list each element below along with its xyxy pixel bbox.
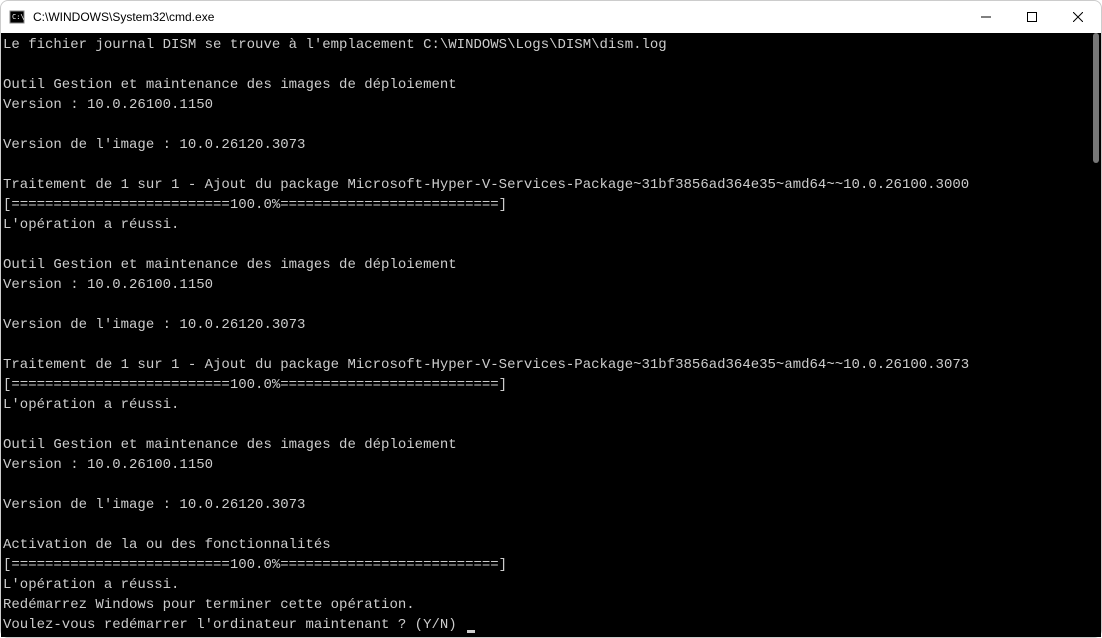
terminal-line: Outil Gestion et maintenance des images … [3, 435, 1085, 455]
terminal-line [3, 115, 1085, 135]
minimize-icon [981, 12, 991, 22]
terminal-line: L'opération a réussi. [3, 575, 1085, 595]
terminal-line [3, 55, 1085, 75]
svg-text:C:\: C:\ [12, 13, 25, 21]
terminal-line [3, 155, 1085, 175]
cmd-icon: C:\ [9, 9, 25, 25]
window-titlebar: C:\ C:\WINDOWS\System32\cmd.exe [1, 1, 1101, 33]
scrollbar-track[interactable] [1085, 33, 1101, 637]
terminal-line: Version : 10.0.26100.1150 [3, 275, 1085, 295]
terminal-line [3, 295, 1085, 315]
terminal-line: Version : 10.0.26100.1150 [3, 455, 1085, 475]
maximize-icon [1027, 12, 1037, 22]
terminal-line: Version : 10.0.26100.1150 [3, 95, 1085, 115]
window-controls [963, 1, 1101, 33]
terminal-output[interactable]: Le fichier journal DISM se trouve à l'em… [1, 33, 1085, 637]
close-button[interactable] [1055, 1, 1101, 33]
terminal-line: [==========================100.0%=======… [3, 555, 1085, 575]
window-title: C:\WINDOWS\System32\cmd.exe [33, 10, 214, 24]
terminal-area: Le fichier journal DISM se trouve à l'em… [1, 33, 1101, 637]
terminal-line [3, 415, 1085, 435]
terminal-line: [==========================100.0%=======… [3, 375, 1085, 395]
terminal-line [3, 235, 1085, 255]
terminal-line [3, 515, 1085, 535]
cursor [467, 630, 475, 633]
terminal-line [3, 335, 1085, 355]
maximize-button[interactable] [1009, 1, 1055, 33]
close-icon [1073, 12, 1083, 22]
scrollbar-thumb[interactable] [1093, 33, 1099, 163]
terminal-line: Traitement de 1 sur 1 - Ajout du package… [3, 355, 1085, 375]
terminal-line: Traitement de 1 sur 1 - Ajout du package… [3, 175, 1085, 195]
prompt-text: Voulez-vous redémarrer l'ordinateur main… [3, 617, 465, 633]
terminal-line: Version de l'image : 10.0.26120.3073 [3, 495, 1085, 515]
terminal-line: L'opération a réussi. [3, 395, 1085, 415]
terminal-line: L'opération a réussi. [3, 215, 1085, 235]
terminal-line: Outil Gestion et maintenance des images … [3, 255, 1085, 275]
titlebar-left: C:\ C:\WINDOWS\System32\cmd.exe [9, 9, 214, 25]
terminal-line: Le fichier journal DISM se trouve à l'em… [3, 35, 1085, 55]
terminal-line: Redémarrez Windows pour terminer cette o… [3, 595, 1085, 615]
terminal-line: Outil Gestion et maintenance des images … [3, 75, 1085, 95]
terminal-line: Version de l'image : 10.0.26120.3073 [3, 315, 1085, 335]
terminal-line: Version de l'image : 10.0.26120.3073 [3, 135, 1085, 155]
minimize-button[interactable] [963, 1, 1009, 33]
terminal-prompt-line[interactable]: Voulez-vous redémarrer l'ordinateur main… [3, 615, 1085, 635]
terminal-line [3, 475, 1085, 495]
terminal-line: Activation de la ou des fonctionnalités [3, 535, 1085, 555]
terminal-line: [==========================100.0%=======… [3, 195, 1085, 215]
